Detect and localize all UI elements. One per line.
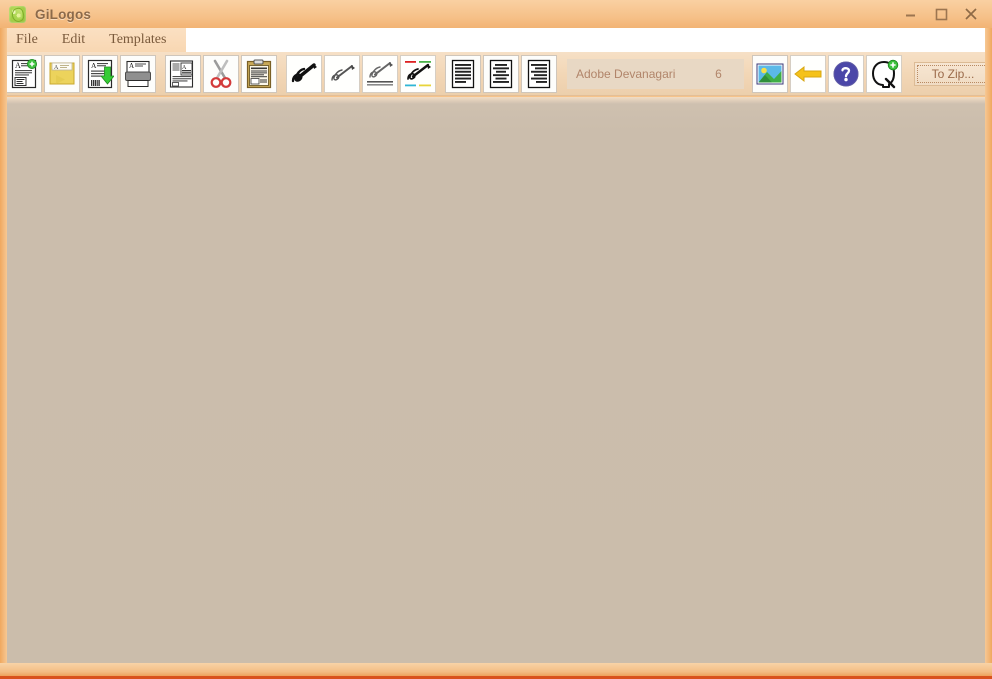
svg-text:A: A	[54, 65, 59, 71]
window-border-left	[0, 28, 7, 679]
align-center-icon	[489, 59, 513, 89]
canvas-top-highlight	[7, 97, 985, 104]
font-name-field[interactable]: Adobe Devanagari	[567, 59, 693, 89]
minimize-button[interactable]	[896, 1, 926, 27]
svg-text:A: A	[91, 61, 97, 70]
underline-button[interactable]	[362, 55, 398, 93]
font-color-button[interactable]	[400, 55, 436, 93]
minimize-icon	[905, 8, 917, 20]
cut-scissors-icon	[208, 59, 234, 89]
toolbar-group-file: A A	[6, 55, 158, 93]
open-folder-icon: A	[48, 60, 76, 88]
bold-button[interactable]	[286, 55, 322, 93]
italic-pen-icon	[327, 61, 357, 87]
maximize-button[interactable]	[926, 1, 956, 27]
save-document-button[interactable]: A	[82, 55, 118, 93]
align-left-icon	[451, 59, 475, 89]
cut-button[interactable]	[203, 55, 239, 93]
close-icon	[964, 7, 978, 21]
menu-strip: File Edit Templates	[0, 28, 186, 52]
maximize-icon	[935, 8, 948, 21]
toolbar-group-align	[445, 55, 559, 93]
back-button[interactable]	[790, 55, 826, 93]
svg-text:A: A	[129, 62, 134, 70]
toolbar-group-text-style	[286, 55, 438, 93]
add-logo-icon	[869, 59, 899, 89]
add-logo-button[interactable]	[866, 55, 902, 93]
application-window: GiLogos File Edit Templates	[0, 0, 992, 679]
print-button[interactable]: A	[120, 55, 156, 93]
window-title: GiLogos	[35, 7, 91, 22]
align-right-icon	[527, 59, 551, 89]
help-question-icon	[833, 61, 859, 87]
close-button[interactable]	[956, 1, 986, 27]
copy-icon: A	[169, 59, 197, 89]
menu-edit[interactable]: Edit	[50, 28, 97, 52]
paste-clipboard-icon	[246, 59, 272, 89]
align-left-button[interactable]	[445, 55, 481, 93]
italic-button[interactable]	[324, 55, 360, 93]
bold-pen-icon	[289, 61, 319, 87]
new-document-icon: A	[11, 59, 37, 89]
menu-file[interactable]: File	[6, 28, 50, 52]
help-button[interactable]	[828, 55, 864, 93]
title-bar: GiLogos	[0, 0, 992, 28]
align-center-button[interactable]	[483, 55, 519, 93]
insert-image-button[interactable]	[752, 55, 788, 93]
document-canvas[interactable]	[7, 97, 985, 663]
window-controls	[896, 0, 986, 28]
font-color-pen-icon	[403, 59, 433, 89]
to-zip-button[interactable]: To Zip...	[914, 62, 992, 86]
open-folder-button[interactable]: A	[44, 55, 80, 93]
back-arrow-icon	[793, 64, 823, 84]
insert-image-icon	[756, 63, 784, 85]
window-border-bottom	[0, 663, 992, 679]
font-size-field[interactable]: 6	[693, 59, 744, 89]
new-document-button[interactable]: A	[6, 55, 42, 93]
toolbar-group-edit: A	[165, 55, 279, 93]
to-zip-label: To Zip...	[932, 67, 975, 81]
toolbar-group-right	[752, 55, 904, 93]
toolbar: A A	[0, 52, 992, 96]
save-document-icon: A	[86, 59, 114, 89]
menu-templates[interactable]: Templates	[97, 28, 178, 52]
menu-bar: File Edit Templates	[0, 28, 992, 52]
paste-button[interactable]	[241, 55, 277, 93]
app-logo-icon	[9, 6, 26, 23]
window-border-right	[985, 28, 992, 679]
copy-button[interactable]: A	[165, 55, 201, 93]
print-icon: A	[124, 60, 152, 88]
svg-text:A: A	[15, 61, 21, 70]
underline-pen-icon	[365, 60, 395, 88]
align-right-button[interactable]	[521, 55, 557, 93]
